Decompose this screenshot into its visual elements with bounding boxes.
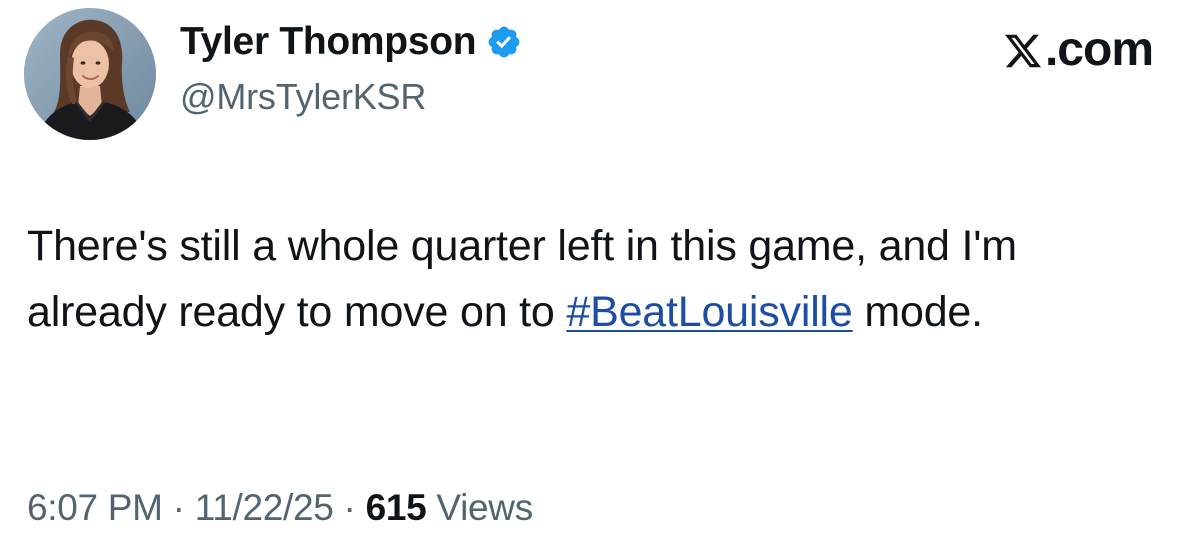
- views-count: 615: [365, 487, 427, 528]
- tweet-text-end: mode.: [852, 288, 983, 336]
- meta-separator: ·: [162, 487, 195, 528]
- author-info: Tyler Thompson @MrsTylerKSR: [180, 14, 522, 118]
- tweet-date[interactable]: 11/22/25: [195, 487, 334, 528]
- tweet-text: There's still a whole quarter left in th…: [27, 213, 1147, 345]
- user-handle[interactable]: @MrsTylerKSR: [180, 76, 522, 118]
- brand-domain: .com: [1044, 23, 1154, 76]
- display-name[interactable]: Tyler Thompson: [180, 20, 477, 64]
- avatar-photo: [24, 8, 156, 140]
- views-label: Views: [426, 487, 533, 528]
- avatar[interactable]: [24, 8, 156, 140]
- verified-badge-icon: [486, 24, 522, 60]
- name-row: Tyler Thompson: [180, 14, 522, 70]
- x-logo-icon: [1003, 29, 1043, 71]
- tweet-meta: 6:07 PM · 11/22/25 · 615 Views: [27, 487, 533, 529]
- meta-separator: ·: [333, 487, 366, 528]
- brand-label: .com: [1003, 22, 1154, 77]
- hashtag-link[interactable]: #BeatLouisville: [566, 288, 852, 336]
- tweet-card: Tyler Thompson @MrsTylerKSR .com There's…: [0, 0, 1199, 555]
- tweet-time[interactable]: 6:07 PM: [27, 487, 163, 528]
